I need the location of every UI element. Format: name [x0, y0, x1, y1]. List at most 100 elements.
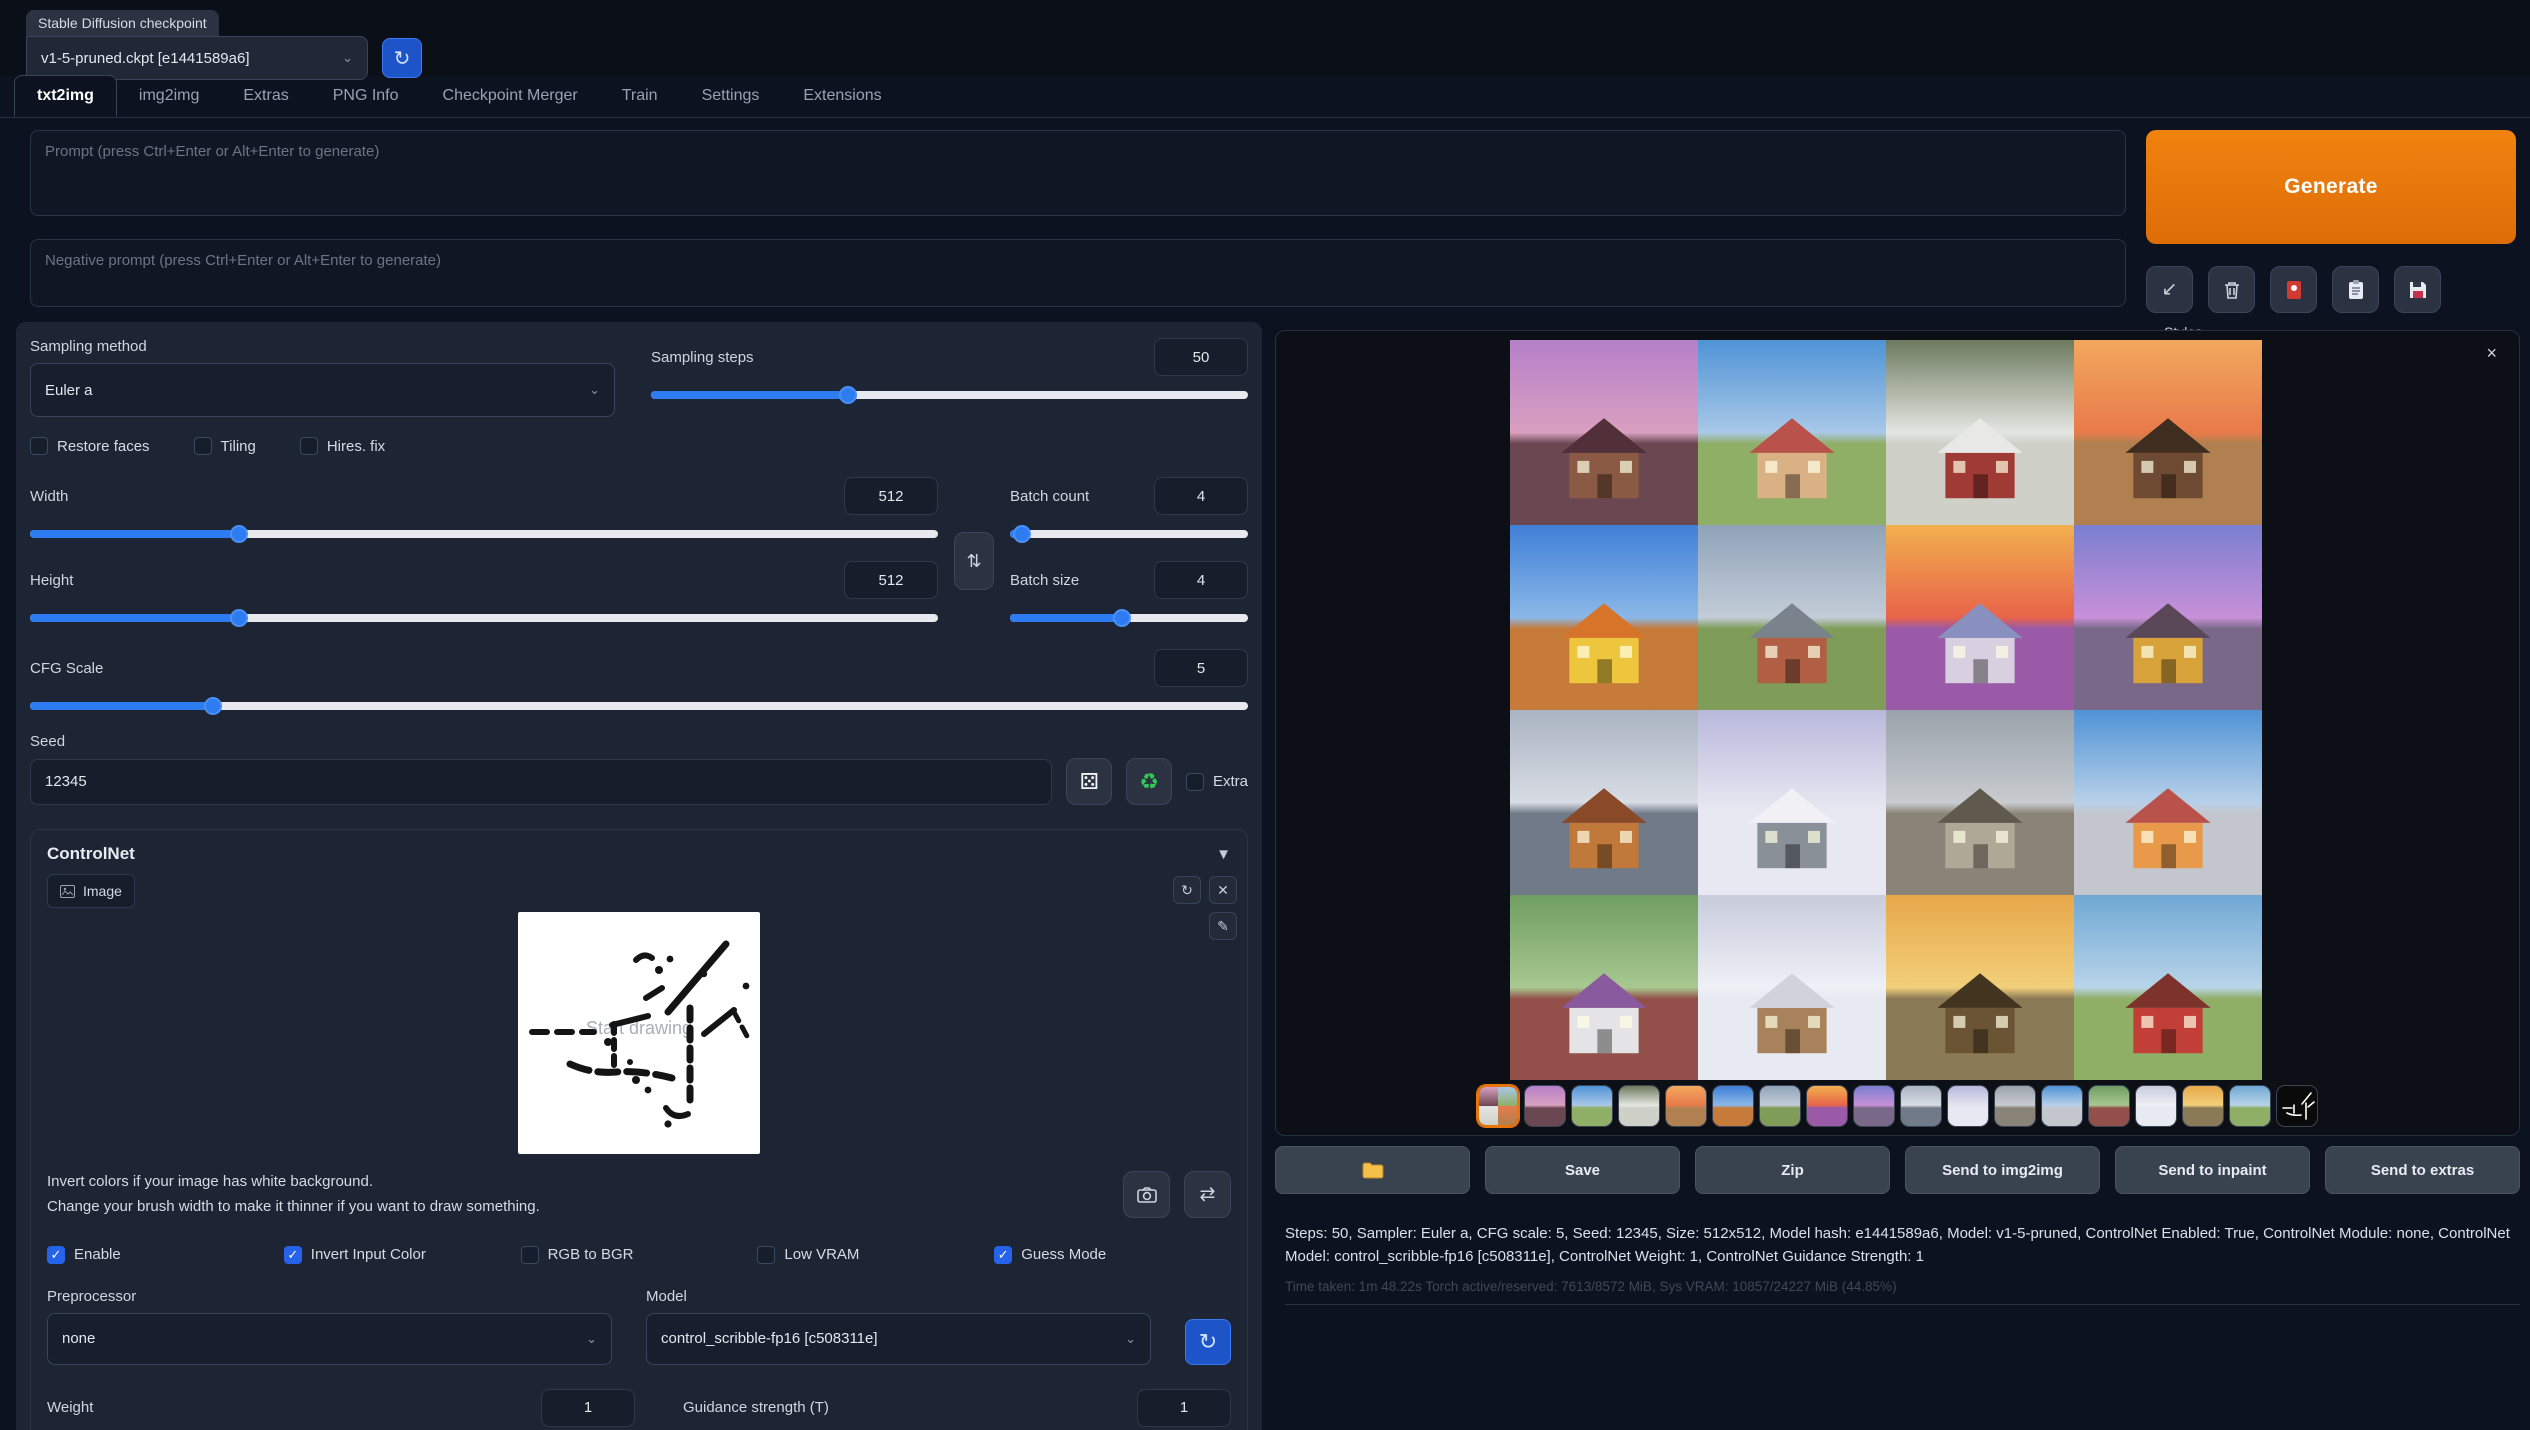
- result-image-golden-sunset-barn[interactable]: [1886, 895, 2074, 1080]
- checkbox-label: Restore faces: [57, 438, 150, 455]
- tab-img2img[interactable]: img2img: [117, 75, 221, 117]
- negative-prompt-input[interactable]: [30, 239, 2126, 307]
- tab-settings[interactable]: Settings: [680, 75, 782, 117]
- sampling-method-select[interactable]: Euler a ⌄: [30, 363, 615, 417]
- controlnet-image-tab[interactable]: Image: [47, 874, 135, 908]
- thumbnail-16[interactable]: [2229, 1085, 2271, 1127]
- apply-style-button[interactable]: [2270, 266, 2317, 313]
- controlnet-model-select[interactable]: control_scribble-fp16 [c508311e] ⌄: [646, 1313, 1151, 1365]
- height-slider[interactable]: [30, 609, 938, 627]
- width-value[interactable]: 512: [844, 477, 938, 515]
- tab-png-info[interactable]: PNG Info: [311, 75, 421, 117]
- brush-button[interactable]: ✎: [1209, 912, 1237, 940]
- thumbnail-13[interactable]: [2088, 1085, 2130, 1127]
- result-image-yellow-house[interactable]: [1510, 525, 1698, 710]
- save-button[interactable]: Save: [1485, 1146, 1680, 1194]
- batch-size-value[interactable]: 4: [1154, 561, 1248, 599]
- send-to-inpaint-button[interactable]: Send to inpaint: [2115, 1146, 2310, 1194]
- reuse-seed-button[interactable]: ♻: [1126, 758, 1172, 805]
- batch-count-slider[interactable]: [1010, 525, 1248, 543]
- thumbnail-14[interactable]: [2135, 1085, 2177, 1127]
- webcam-button[interactable]: [1123, 1171, 1170, 1218]
- checkbox-invert-input-color[interactable]: ✓Invert Input Color: [284, 1246, 521, 1264]
- sampling-steps-value[interactable]: 50: [1154, 338, 1248, 376]
- collapse-caret-icon[interactable]: ▼: [1216, 846, 1231, 863]
- zip-button[interactable]: Zip: [1695, 1146, 1890, 1194]
- clear-prompt-button[interactable]: [2208, 266, 2255, 313]
- thumbnail-6[interactable]: [1759, 1085, 1801, 1127]
- sampling-steps-slider[interactable]: [651, 386, 1248, 404]
- checkbox-tiling[interactable]: Tiling: [194, 437, 256, 455]
- checkbox-hires-fix[interactable]: Hires. fix: [300, 437, 385, 455]
- thumbnail-7[interactable]: [1806, 1085, 1848, 1127]
- thumbnail-scribble[interactable]: [2276, 1085, 2318, 1127]
- result-image-sunset-silhouette[interactable]: [2074, 340, 2262, 525]
- result-image-brick-cottage[interactable]: [1698, 525, 1886, 710]
- save-style-button[interactable]: [2394, 266, 2441, 313]
- controlnet-weight-value[interactable]: 1: [541, 1389, 635, 1427]
- checkbox-enable[interactable]: ✓Enable: [47, 1246, 284, 1264]
- send-to-img2img-button[interactable]: Send to img2img: [1905, 1146, 2100, 1194]
- result-image-road-houses[interactable]: [1510, 710, 1698, 895]
- batch-count-value[interactable]: 4: [1154, 477, 1248, 515]
- result-image-grayscale-barn[interactable]: [1886, 710, 2074, 895]
- thumbnail-grid[interactable]: [1477, 1085, 1519, 1127]
- refresh-models-button[interactable]: ↻: [1185, 1319, 1231, 1365]
- thumbnail-4[interactable]: [1665, 1085, 1707, 1127]
- result-image-snowy-red-mill[interactable]: [1886, 340, 2074, 525]
- tab-extras[interactable]: Extras: [221, 75, 310, 117]
- seed-input[interactable]: [30, 759, 1052, 805]
- paste-params-button[interactable]: ↙: [2146, 266, 2193, 313]
- thumbnail-5[interactable]: [1712, 1085, 1754, 1127]
- send-to-extras-button[interactable]: Send to extras: [2325, 1146, 2520, 1194]
- checkbox-low-vram[interactable]: Low VRAM: [757, 1246, 994, 1264]
- close-gallery-icon[interactable]: ×: [2486, 343, 2497, 364]
- cfg-scale-slider[interactable]: [30, 697, 1248, 715]
- generation-info: Steps: 50, Sampler: Euler a, CFG scale: …: [1285, 1222, 2520, 1305]
- prompt-input[interactable]: [30, 130, 2126, 216]
- checkbox-guess-mode[interactable]: ✓Guess Mode: [994, 1246, 1231, 1264]
- checkbox-rgb-to-bgr[interactable]: RGB to BGR: [521, 1246, 758, 1264]
- refresh-checkpoint-button[interactable]: ↻: [382, 38, 422, 78]
- controlnet-drawing-canvas[interactable]: Start drawing: [518, 912, 760, 1154]
- thumbnail-9[interactable]: [1900, 1085, 1942, 1127]
- result-image-tan-house-red-roof[interactable]: [1698, 340, 1886, 525]
- tab-extensions[interactable]: Extensions: [781, 75, 903, 117]
- result-image-dusk-sun-street[interactable]: [2074, 525, 2262, 710]
- tab-txt2img[interactable]: txt2img: [14, 75, 117, 117]
- checkpoint-select[interactable]: v1-5-pruned.ckpt [e1441589a6] ⌄: [26, 36, 368, 80]
- undo-canvas-button[interactable]: ↻: [1173, 876, 1201, 904]
- checkbox-restore-faces[interactable]: Restore faces: [30, 437, 150, 455]
- thumbnail-3[interactable]: [1618, 1085, 1660, 1127]
- tab-checkpoint-merger[interactable]: Checkpoint Merger: [421, 75, 600, 117]
- height-value[interactable]: 512: [844, 561, 938, 599]
- thumbnail-1[interactable]: [1524, 1085, 1566, 1127]
- thumbnail-11[interactable]: [1994, 1085, 2036, 1127]
- thumbnail-2[interactable]: [1571, 1085, 1613, 1127]
- result-image-sunny-street[interactable]: [2074, 710, 2262, 895]
- thumbnail-12[interactable]: [2041, 1085, 2083, 1127]
- preprocessor-select[interactable]: none ⌄: [47, 1313, 612, 1365]
- extra-seed-checkbox[interactable]: Extra: [1186, 773, 1248, 791]
- thumbnail-10[interactable]: [1947, 1085, 1989, 1127]
- random-seed-button[interactable]: ⚄: [1066, 758, 1112, 805]
- thumbnail-8[interactable]: [1853, 1085, 1895, 1127]
- result-image-red-barn-meadow[interactable]: [2074, 895, 2262, 1080]
- generate-button[interactable]: Generate: [2146, 130, 2516, 244]
- width-slider[interactable]: [30, 525, 938, 543]
- swap-dimensions-button[interactable]: ⇅: [954, 532, 994, 590]
- tab-train[interactable]: Train: [600, 75, 680, 117]
- cfg-scale-value[interactable]: 5: [1154, 649, 1248, 687]
- result-image-snow-row-houses[interactable]: [1698, 710, 1886, 895]
- result-image-green-field-house[interactable]: [1510, 895, 1698, 1080]
- clear-canvas-button[interactable]: ✕: [1209, 876, 1237, 904]
- clipboard-button[interactable]: [2332, 266, 2379, 313]
- result-image-snow-mountain-cabins[interactable]: [1698, 895, 1886, 1080]
- open-folder-button[interactable]: [1275, 1146, 1470, 1194]
- guidance-strength-value[interactable]: 1: [1137, 1389, 1231, 1427]
- thumbnail-15[interactable]: [2182, 1085, 2224, 1127]
- result-image-sunset-purple-path[interactable]: [1886, 525, 2074, 710]
- mirror-webcam-button[interactable]: ⇄: [1184, 1171, 1231, 1218]
- batch-size-slider[interactable]: [1010, 609, 1248, 627]
- result-image-purple-sunset-street[interactable]: [1510, 340, 1698, 525]
